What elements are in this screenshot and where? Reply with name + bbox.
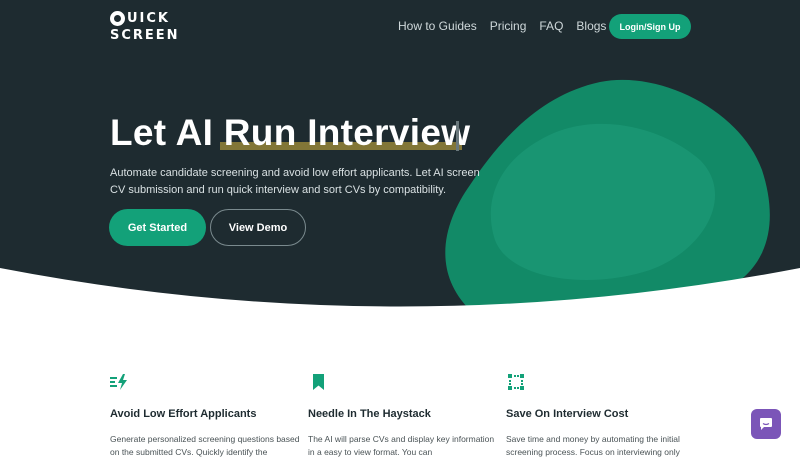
chat-bubble-icon <box>760 418 772 430</box>
feature-text: Save time and money by automating the in… <box>506 434 680 457</box>
hero-subtitle: Automate candidate screening and avoid l… <box>110 167 480 196</box>
bookmark-icon <box>313 374 324 390</box>
top-nav: How to Guides Pricing FAQ Blogs <box>398 19 606 33</box>
feature-text: Generate personalized screening question… <box>110 434 300 457</box>
login-signup-button[interactable]: Login/Sign Up <box>609 14 691 39</box>
logo-line2: SCREEN <box>110 28 180 43</box>
feature-card-haystack: Needle In The Haystack The AI will parse… <box>308 372 503 458</box>
nav-item-faq[interactable]: FAQ <box>539 19 563 33</box>
feature-text: The AI will parse CVs and display key in… <box>308 434 495 457</box>
page-title: Let AI Run Interview <box>110 112 471 153</box>
feature-title: Avoid Low Effort Applicants <box>110 408 257 420</box>
nav-item-guides[interactable]: How to Guides <box>398 19 477 33</box>
feature-title: Save On Interview Cost <box>506 408 629 420</box>
brand-logo[interactable]: UICK SCREEN <box>110 10 180 44</box>
feature-card-interview-cost: Save On Interview Cost Save time and mon… <box>506 372 701 458</box>
decorative-blob <box>445 79 770 310</box>
feature-title: Needle In The Haystack <box>308 408 431 420</box>
chat-widget-button[interactable] <box>751 409 781 439</box>
logo-line1: UICK <box>127 11 171 26</box>
lightning-bolt-icon <box>110 374 127 390</box>
nav-item-blogs[interactable]: Blogs <box>576 19 606 33</box>
dotted-frame-icon <box>508 374 524 390</box>
nav-item-pricing[interactable]: Pricing <box>490 19 527 33</box>
typing-cursor <box>456 121 459 151</box>
view-demo-button[interactable]: View Demo <box>210 209 306 246</box>
get-started-button[interactable]: Get Started <box>109 209 206 246</box>
feature-card-low-effort: Avoid Low Effort Applicants Generate per… <box>110 372 305 458</box>
hero-section: UICK SCREEN How to Guides Pricing FAQ Bl… <box>0 0 800 310</box>
logo-q-icon <box>110 11 125 26</box>
